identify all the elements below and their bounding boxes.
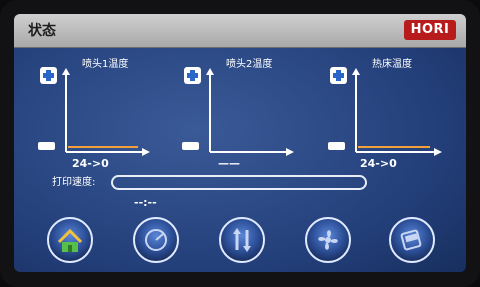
nav-speed-button[interactable] <box>133 217 179 263</box>
print-speed-bar <box>111 175 367 190</box>
gauge-y-arrow <box>62 68 70 75</box>
print-speed-label: 打印速度: <box>52 175 95 188</box>
gauge-label: 热床温度 <box>372 57 412 70</box>
minus-icon[interactable] <box>328 142 345 150</box>
gauge-x-arrow <box>142 148 150 156</box>
minus-icon[interactable] <box>38 142 55 150</box>
nav-home-button[interactable] <box>47 217 93 263</box>
gauge-y-arrow <box>352 68 360 75</box>
gauge-bed: 热床温度 24->0 <box>328 57 442 170</box>
plus-icon[interactable] <box>330 67 347 84</box>
nav-move-button[interactable] <box>219 217 265 263</box>
print-speed-value: --:-- <box>134 196 157 209</box>
gauge-x-arrow <box>286 148 294 156</box>
status-content: 喷头1温度 24->0 喷头2温度 —— 热床温度 24->0 打印速度: --… <box>38 57 442 263</box>
gauge-nozzle2: 喷头2温度 —— <box>182 57 294 170</box>
nav-file-button[interactable] <box>389 217 435 263</box>
gauge-label: 喷头1温度 <box>82 57 128 70</box>
nav-fan-button[interactable] <box>305 217 351 263</box>
gauge-y-arrow <box>206 68 214 75</box>
plus-icon[interactable] <box>40 67 57 84</box>
gauge-value: 24->0 <box>360 157 397 170</box>
plus-icon[interactable] <box>184 67 201 84</box>
gauge-nozzle1: 喷头1温度 24->0 <box>38 57 150 170</box>
minus-icon[interactable] <box>182 142 199 150</box>
gauge-value: —— <box>218 157 240 170</box>
gauge-value: 24->0 <box>72 157 109 170</box>
gauge-x-arrow <box>434 148 442 156</box>
gauge-label: 喷头2温度 <box>226 57 272 70</box>
status-screen: 状态 HORI 喷头1温度 24->0 喷头2温度 —— 热床温度 24->0 … <box>14 14 466 272</box>
